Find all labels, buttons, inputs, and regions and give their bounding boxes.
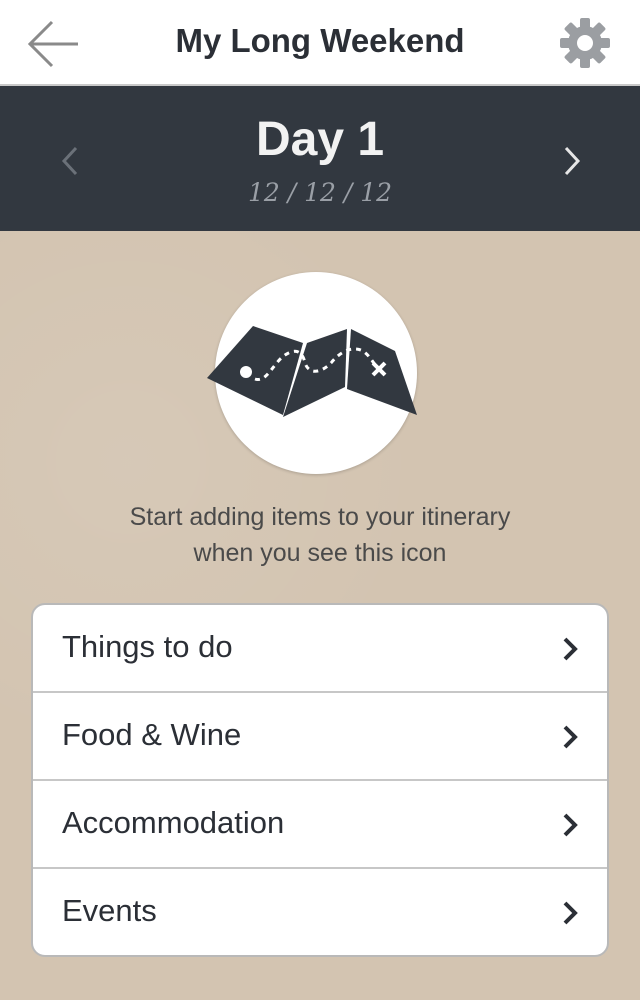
day-header: Day 1 12 / 12 / 12: [0, 86, 640, 231]
menu-item-label: Food & Wine: [62, 717, 242, 752]
chevron-right-icon: [563, 901, 578, 925]
chevron-right-icon: [563, 813, 578, 837]
chevron-right-icon: [563, 637, 578, 661]
content-area: Start adding items to your itinerary whe…: [0, 231, 640, 1000]
menu-item-label: Events: [62, 893, 157, 928]
menu-item-food-wine[interactable]: Food & Wine: [33, 693, 607, 781]
page-title: My Long Weekend: [175, 22, 465, 59]
chevron-right-icon: [563, 725, 578, 749]
nav-bar: My Long Weekend: [0, 0, 640, 86]
menu-item-accommodation[interactable]: Accommodation: [33, 781, 607, 869]
menu-item-label: Things to do: [62, 629, 233, 664]
hint-line-2: when you see this icon: [193, 539, 447, 567]
gear-icon: [560, 18, 610, 68]
settings-button[interactable]: [556, 14, 614, 72]
day-title: Day 1: [255, 113, 385, 166]
hint-line-1: Start adding items to your itinerary: [129, 503, 511, 531]
menu-item-things-to-do[interactable]: Things to do: [33, 605, 607, 693]
menu-item-events[interactable]: Events: [33, 869, 607, 955]
hint-text: Start adding items to your itinerary whe…: [60, 499, 580, 571]
next-day-button[interactable]: [554, 136, 590, 186]
menu-item-label: Accommodation: [62, 805, 285, 840]
category-menu: Things to do Food & Wine Accommodation E…: [31, 603, 609, 957]
day-date: 12 / 12 / 12: [247, 178, 393, 207]
treasure-map-icon: [207, 326, 417, 417]
chevron-right-icon: [564, 146, 581, 176]
